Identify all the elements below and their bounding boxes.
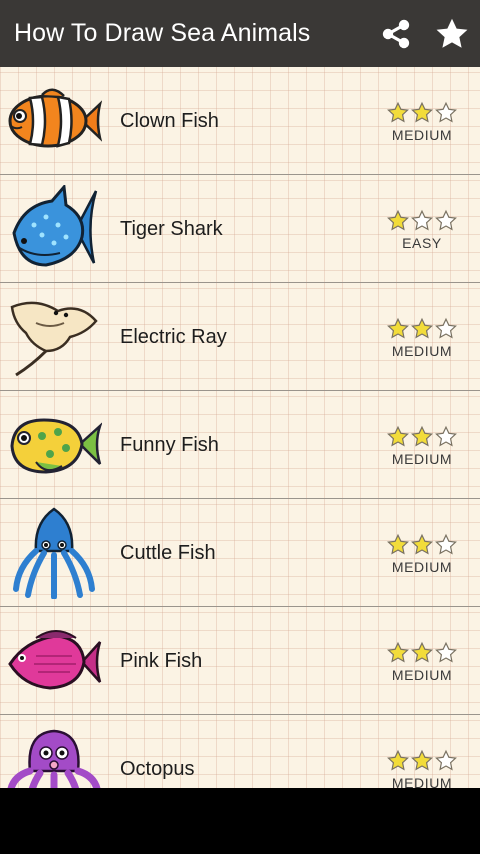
difficulty-label: MEDIUM <box>391 775 453 788</box>
list-item[interactable]: Octopus MEDIUM <box>0 715 480 788</box>
star-filled-icon <box>387 533 409 555</box>
difficulty-rating: MEDIUM <box>384 425 460 467</box>
difficulty-label: MEDIUM <box>391 343 453 359</box>
difficulty-rating: MEDIUM <box>384 533 460 575</box>
difficulty-rating: MEDIUM <box>384 317 460 359</box>
star-filled-icon <box>411 425 433 447</box>
list-item[interactable]: Funny Fish MEDIUM <box>0 391 480 499</box>
item-name: Clown Fish <box>120 109 219 132</box>
item-name: Octopus <box>120 757 195 780</box>
star-empty-icon <box>435 101 457 123</box>
star-empty-icon <box>435 641 457 663</box>
star-empty-icon <box>435 317 457 339</box>
share-button[interactable] <box>368 0 424 67</box>
difficulty-rating: MEDIUM <box>384 749 460 788</box>
item-name: Pink Fish <box>120 649 203 672</box>
star-rating <box>386 533 458 557</box>
star-empty-icon <box>411 209 433 231</box>
star-filled-icon <box>411 749 433 771</box>
top-app-bar: How To Draw Sea Animals <box>0 0 480 67</box>
star-rating <box>386 749 458 773</box>
list-item[interactable]: Tiger Shark EASY <box>0 175 480 283</box>
difficulty-rating: MEDIUM <box>384 101 460 143</box>
app-screen: How To Draw Sea Animals Clown Fish MEDIU… <box>0 0 480 788</box>
share-icon <box>382 19 410 48</box>
difficulty-rating: EASY <box>384 209 460 251</box>
clown-fish-icon <box>6 77 102 165</box>
list-item[interactable]: Electric Ray MEDIUM <box>0 283 480 391</box>
difficulty-label: EASY <box>402 235 442 251</box>
star-filled-icon <box>411 641 433 663</box>
item-name: Electric Ray <box>120 325 227 348</box>
star-filled-icon <box>387 209 409 231</box>
star-filled-icon <box>411 101 433 123</box>
item-name: Cuttle Fish <box>120 541 216 564</box>
animal-list: Clown Fish MEDIUM Tiger Shark EASY Elect… <box>0 67 480 788</box>
difficulty-label: MEDIUM <box>391 667 453 683</box>
app-title: How To Draw Sea Animals <box>14 19 311 47</box>
star-rating <box>386 209 458 233</box>
star-empty-icon <box>435 533 457 555</box>
difficulty-label: MEDIUM <box>391 127 453 143</box>
favorite-button[interactable] <box>424 0 480 67</box>
cuttle-fish-icon <box>6 507 102 599</box>
funny-fish-icon <box>6 401 102 489</box>
star-rating <box>386 101 458 125</box>
electric-ray-icon <box>6 293 102 381</box>
list-item[interactable]: Pink Fish MEDIUM <box>0 607 480 715</box>
bottom-blank-area <box>0 788 480 854</box>
star-empty-icon <box>435 209 457 231</box>
item-name: Tiger Shark <box>120 217 223 240</box>
star-rating <box>386 317 458 341</box>
difficulty-label: MEDIUM <box>391 559 453 575</box>
difficulty-rating: MEDIUM <box>384 641 460 683</box>
star-filled-icon <box>387 749 409 771</box>
star-filled-icon <box>387 101 409 123</box>
star-rating <box>386 425 458 449</box>
star-filled-icon <box>387 425 409 447</box>
star-icon <box>436 18 468 48</box>
pink-fish-icon <box>6 617 102 705</box>
star-rating <box>386 641 458 665</box>
tiger-shark-icon <box>6 185 102 273</box>
item-name: Funny Fish <box>120 433 219 456</box>
list-item[interactable]: Cuttle Fish MEDIUM <box>0 499 480 607</box>
star-empty-icon <box>435 749 457 771</box>
star-empty-icon <box>435 425 457 447</box>
star-filled-icon <box>411 533 433 555</box>
octopus-icon <box>6 725 102 788</box>
star-filled-icon <box>387 641 409 663</box>
difficulty-label: MEDIUM <box>391 451 453 467</box>
list-item[interactable]: Clown Fish MEDIUM <box>0 67 480 175</box>
star-filled-icon <box>387 317 409 339</box>
star-filled-icon <box>411 317 433 339</box>
